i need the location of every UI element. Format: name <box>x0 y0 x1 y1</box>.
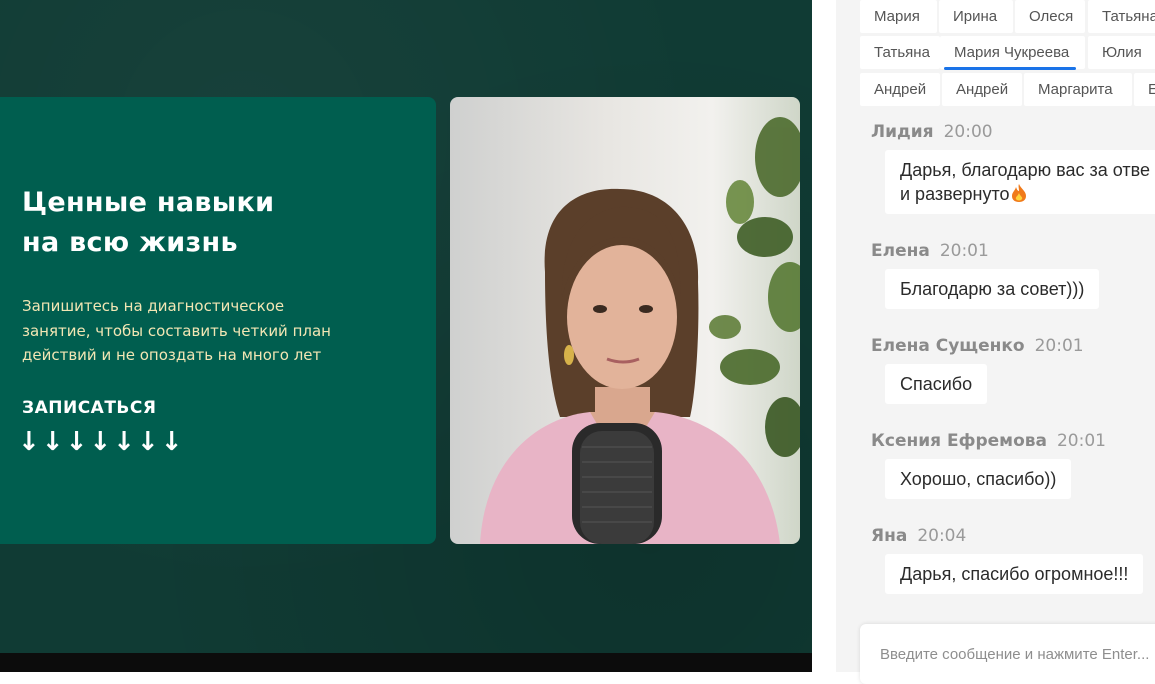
participant-chip[interactable]: Андрей <box>860 73 940 106</box>
message-text-part: и развернуто <box>900 184 1010 204</box>
video-stage[interactable]: Ценные навыки на всю жизнь Запишитесь на… <box>0 0 812 672</box>
message-time: 20:04 <box>917 526 967 546</box>
message-bubble: Дарья, благодарю вас за отве и развернут… <box>885 150 1155 214</box>
slide-subtitle: Запишитесь на диагностическое занятие, ч… <box>22 294 382 368</box>
participant-chip[interactable]: Маргарита <box>1024 73 1132 106</box>
message-input[interactable] <box>878 642 1155 666</box>
message-bubble: Спасибо <box>885 364 988 404</box>
slide-cta-text: ЗАПИСАТЬСЯ <box>22 398 157 418</box>
message-text: Хорошо, спасибо)) <box>900 469 1057 489</box>
message-text: Дарья, благодарю вас за отве <box>900 160 1151 180</box>
message-header: Елена 20:01 <box>871 241 989 261</box>
slide-title-line: на всю жизнь <box>22 227 238 258</box>
message-time: 20:01 <box>1034 336 1084 356</box>
message-author: Лидия <box>871 122 934 142</box>
message-author: Елена <box>871 241 930 261</box>
presenter-webcam <box>450 97 800 544</box>
message-author: Яна <box>871 526 908 546</box>
message-bubble: Дарья, спасибо огромное!!! <box>885 554 1144 594</box>
message-text: Благодарю за совет))) <box>900 279 1085 299</box>
message-text: и развернуто <box>900 182 1155 209</box>
message-time: 20:01 <box>1056 431 1106 451</box>
slide-title: Ценные навыки на всю жизнь <box>22 183 422 263</box>
participant-chip[interactable]: Андрей <box>942 73 1022 106</box>
video-controls-bar <box>0 653 812 672</box>
slide-subtitle-line: занятие, чтобы составить четкий план <box>22 321 331 340</box>
participant-chip[interactable]: Татьяна <box>860 36 940 69</box>
message-input-box <box>860 624 1155 684</box>
message-header: Лидия 20:00 <box>871 122 993 142</box>
message-author: Елена Сущенко <box>871 336 1025 356</box>
message-author: Ксения Ефремова <box>871 431 1047 451</box>
presenter-figure <box>480 117 800 544</box>
message-header: Яна 20:04 <box>871 526 966 546</box>
slide-subtitle-line: Запишитесь на диагностическое <box>22 297 285 315</box>
participant-chip-active[interactable]: Мария Чукреева <box>940 36 1085 69</box>
participant-chip[interactable]: Е <box>1134 73 1155 106</box>
message-time: 20:01 <box>939 241 989 261</box>
participant-chip[interactable]: Юлия <box>1088 36 1155 69</box>
message-header: Елена Сущенко 20:01 <box>871 336 1084 356</box>
participant-chip[interactable]: Татьяна <box>1088 0 1155 33</box>
participant-chip[interactable]: Мария <box>860 0 937 33</box>
message-bubble: Благодарю за совет))) <box>885 269 1100 309</box>
slide-subtitle-line: действий и не опоздать на много лет <box>22 346 322 364</box>
panel-divider <box>812 0 836 672</box>
active-chip-underline <box>944 67 1076 70</box>
down-arrows-icon: ↓↓↓↓↓↓↓ <box>18 427 185 457</box>
message-text: Дарья, спасибо огромное!!! <box>900 564 1129 584</box>
message-time: 20:00 <box>943 122 993 142</box>
participant-chip[interactable]: Ирина <box>939 0 1013 33</box>
participant-chip[interactable]: Олеся <box>1015 0 1085 33</box>
fire-icon <box>1010 183 1028 209</box>
message-text: Спасибо <box>900 374 973 394</box>
message-bubble: Хорошо, спасибо)) <box>885 459 1072 499</box>
slide-title-line: Ценные навыки <box>22 187 275 218</box>
message-header: Ксения Ефремова 20:01 <box>871 431 1106 451</box>
